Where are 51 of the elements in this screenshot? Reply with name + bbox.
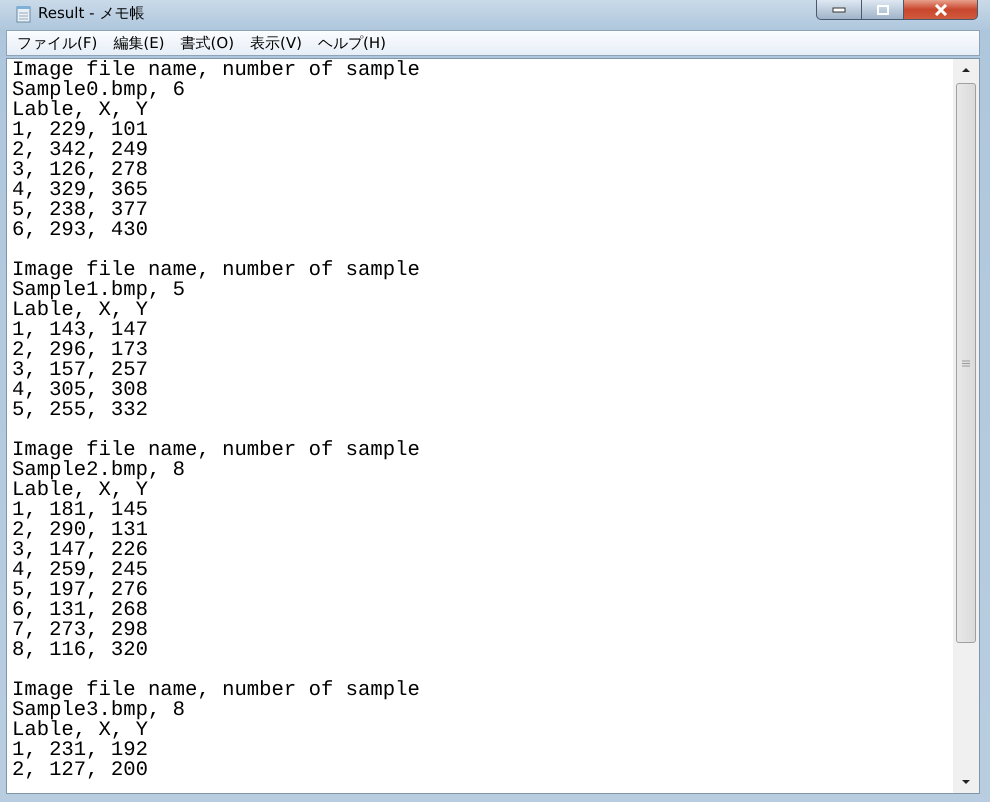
text-line: Lable, X, Y	[12, 481, 148, 501]
text-line: Sample3.bmp, 8	[12, 701, 186, 721]
text-line: 8, 116, 320	[12, 641, 148, 661]
text-line: 2, 127, 200	[12, 761, 148, 781]
text-line: 5, 238, 377	[12, 201, 148, 221]
text-line: Sample2.bmp, 8	[12, 461, 186, 481]
text-line: 1, 143, 147	[12, 321, 148, 341]
text-line: 7, 273, 298	[12, 621, 148, 641]
text-line: Image file name, number of sample	[12, 261, 420, 281]
menu-item[interactable]: 表示(V)	[250, 34, 302, 52]
text-line: 5, 197, 276	[12, 581, 148, 601]
text-line: 1, 231, 192	[12, 741, 148, 761]
text-line: Image file name, number of sample	[12, 61, 420, 81]
text-line: 3, 147, 226	[12, 541, 148, 561]
text-line: Image file name, number of sample	[12, 441, 420, 461]
close-button[interactable]	[904, 0, 978, 20]
notepad-icon	[16, 4, 32, 22]
menu-item[interactable]: ファイル(F)	[17, 34, 98, 52]
scroll-bar[interactable]	[953, 59, 979, 793]
text-line: 3, 126, 278	[12, 161, 148, 181]
text-line: Sample1.bmp, 5	[12, 281, 186, 301]
close-icon	[934, 4, 948, 16]
scroll-up-icon[interactable]	[961, 67, 971, 73]
menu-item[interactable]: ヘルプ(H)	[318, 34, 386, 52]
scroll-down-icon[interactable]	[961, 779, 971, 785]
maximize-button[interactable]	[862, 0, 904, 20]
menu-item[interactable]: 編集(E)	[113, 34, 165, 52]
text-line: 1, 181, 145	[12, 501, 148, 521]
minimize-icon	[832, 6, 846, 12]
scroll-thumb[interactable]	[956, 83, 976, 643]
minimize-button[interactable]	[816, 0, 862, 20]
text-line: 2, 296, 173	[12, 341, 148, 361]
text-line: Image file name, number of sample	[12, 681, 420, 701]
text-line: 2, 342, 249	[12, 141, 148, 161]
text-line: 4, 305, 308	[12, 381, 148, 401]
grip-icon	[962, 360, 970, 366]
text-line: 4, 259, 245	[12, 561, 148, 581]
text-line: 6, 293, 430	[12, 221, 148, 241]
text-line: 5, 255, 332	[12, 401, 148, 421]
text-line: Lable, X, Y	[12, 101, 148, 121]
text-line: Sample0.bmp, 6	[12, 81, 186, 101]
text-line: 1, 229, 101	[12, 121, 148, 141]
text-line: Lable, X, Y	[12, 301, 148, 321]
text-line: 2, 290, 131	[12, 521, 148, 541]
text-line: Lable, X, Y	[12, 721, 148, 741]
text-line: 6, 131, 268	[12, 601, 148, 621]
menu-item[interactable]: 書式(O)	[180, 34, 234, 52]
maximize-icon	[876, 4, 888, 14]
text-line: 3, 157, 257	[12, 361, 148, 381]
text-line: 4, 329, 365	[12, 181, 148, 201]
window-title: Result - メモ帳	[38, 4, 144, 23]
